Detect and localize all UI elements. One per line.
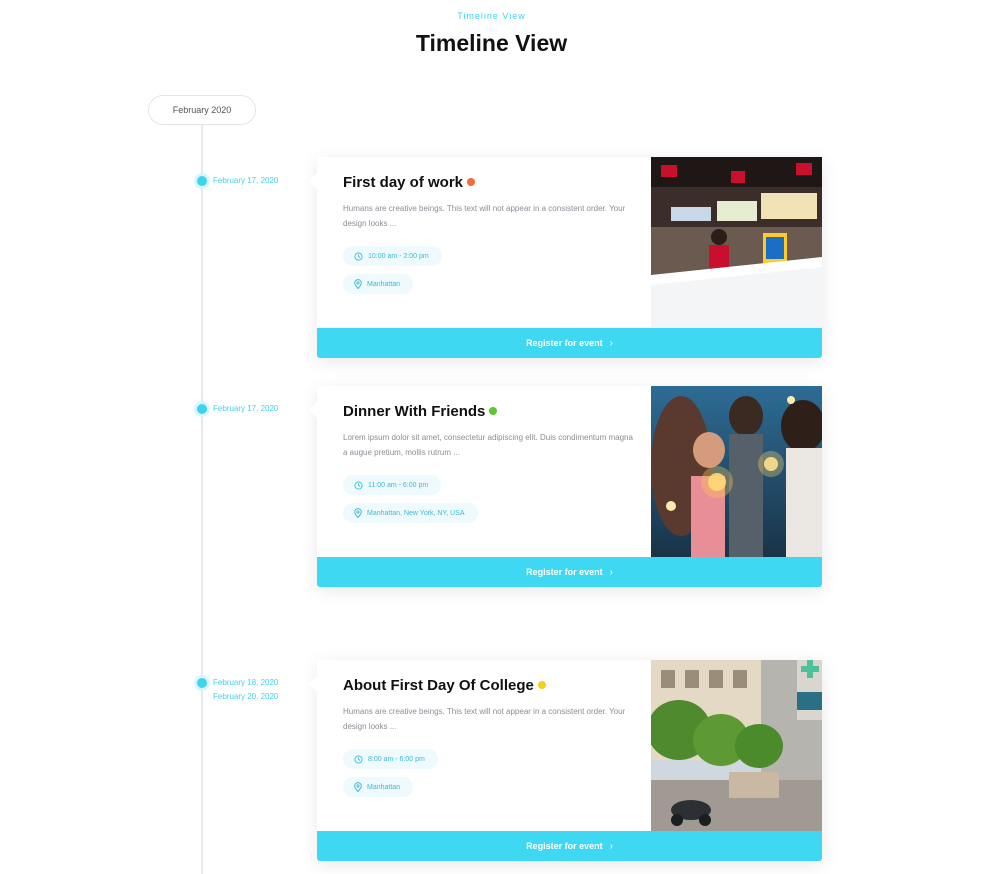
location-chip: Manhattan bbox=[343, 777, 414, 797]
register-button[interactable]: Register for event › bbox=[317, 328, 822, 358]
event-date: February 17, 2020 bbox=[213, 176, 279, 185]
event-location: Manhattan, New York, NY, USA bbox=[367, 509, 465, 517]
event-end-date: February 20, 2020 bbox=[213, 692, 279, 701]
event-title-text: First day of work bbox=[343, 173, 464, 191]
event-title[interactable]: Dinner With Friends bbox=[343, 402, 643, 420]
map-pin-icon bbox=[354, 508, 362, 518]
time-chip: 8:00 am - 6:00 pm bbox=[343, 749, 438, 769]
event-card-2: Dinner With Friends Lorem ipsum dolor si… bbox=[309, 386, 822, 587]
status-dot bbox=[467, 178, 476, 186]
chevron-right-icon: › bbox=[609, 337, 613, 349]
event-description: Lorem ipsum dolor sit amet, consectetur … bbox=[343, 433, 633, 457]
restaurant-counter-photo[interactable] bbox=[651, 157, 822, 328]
event-time: 10:00 am - 2:00 pm bbox=[368, 252, 429, 260]
register-label: Register for event bbox=[526, 338, 603, 348]
event-card-1: First day of work Humans are creative be… bbox=[309, 157, 822, 358]
location-chip: Manhattan bbox=[343, 274, 414, 294]
map-pin-icon bbox=[354, 782, 362, 792]
event-time: 8:00 am - 6:00 pm bbox=[368, 755, 425, 763]
event-description: Humans are creative beings. This text wi… bbox=[343, 707, 626, 731]
time-chip: 10:00 am - 2:00 pm bbox=[343, 246, 442, 266]
event-location: Manhattan bbox=[367, 783, 401, 791]
clock-icon bbox=[354, 480, 363, 490]
event-title-text: Dinner With Friends bbox=[343, 402, 486, 420]
event-title[interactable]: About First Day Of College bbox=[343, 676, 643, 694]
chevron-right-icon: › bbox=[609, 840, 613, 852]
event-description: Humans are creative beings. This text wi… bbox=[343, 204, 626, 228]
event-location: Manhattan bbox=[367, 280, 401, 288]
status-dot bbox=[489, 407, 498, 415]
event-date: February 17, 2020 bbox=[213, 404, 279, 413]
event-card-3: About First Day Of College Humans are cr… bbox=[309, 660, 822, 861]
clock-icon bbox=[354, 754, 363, 764]
timeline-dot bbox=[197, 176, 207, 186]
timeline-page: Timeline View Timeline View February 202… bbox=[0, 0, 983, 874]
city-street-photo[interactable] bbox=[651, 660, 822, 831]
month-label: February 2020 bbox=[148, 95, 256, 125]
event-title[interactable]: First day of work bbox=[343, 173, 643, 191]
timeline-axis bbox=[201, 124, 203, 874]
register-button[interactable]: Register for event › bbox=[317, 831, 822, 861]
timeline-dot bbox=[197, 678, 207, 688]
clock-icon bbox=[354, 251, 363, 261]
page-title: Timeline View bbox=[415, 30, 568, 56]
register-button[interactable]: Register for event › bbox=[317, 557, 822, 587]
map-pin-icon bbox=[354, 279, 362, 289]
register-label: Register for event bbox=[526, 567, 603, 577]
friends-sparklers-photo[interactable] bbox=[651, 386, 822, 557]
register-label: Register for event bbox=[526, 841, 603, 851]
status-dot bbox=[537, 681, 546, 689]
timeline-dot bbox=[197, 404, 207, 414]
event-date: February 18, 2020 bbox=[213, 678, 279, 687]
event-time: 11:00 am - 6:00 pm bbox=[368, 481, 429, 489]
event-title-text: About First Day Of College bbox=[343, 676, 534, 694]
location-chip: Manhattan, New York, NY, USA bbox=[343, 503, 478, 523]
section-eyebrow: Timeline View bbox=[457, 11, 526, 21]
chevron-right-icon: › bbox=[609, 566, 613, 578]
time-chip: 11:00 am - 6:00 pm bbox=[343, 475, 442, 495]
